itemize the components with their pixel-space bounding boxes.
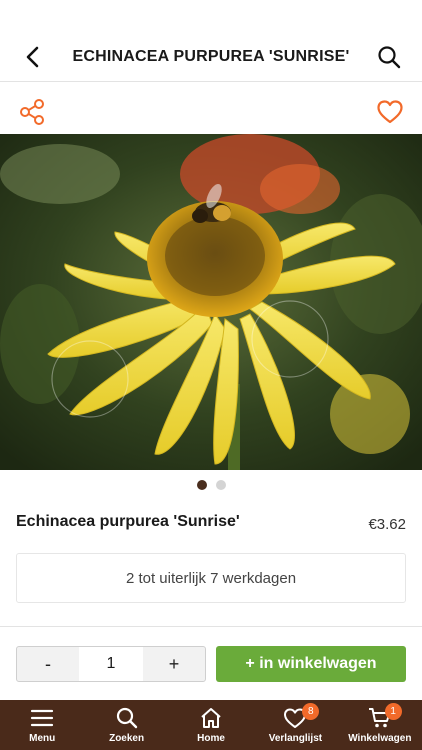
heart-outline-icon <box>377 100 403 124</box>
delivery-info: 2 tot uiterlijk 7 werkdagen <box>16 553 406 603</box>
tab-label: Verlanglijst <box>268 733 323 744</box>
carousel-dot[interactable] <box>196 480 207 490</box>
wishlist-badge: 8 <box>302 703 320 720</box>
tab-label: Zoeken <box>109 733 145 744</box>
quantity-stepper: - 1 + <box>16 646 206 682</box>
home-icon <box>201 708 221 728</box>
cart-badge: 1 <box>384 703 402 720</box>
echinacea-flower-photo <box>0 134 422 470</box>
tab-label: Menu <box>29 733 56 744</box>
search-icon <box>116 707 137 729</box>
tab-label: Winkelwagen <box>348 733 412 744</box>
share-icon <box>20 99 44 125</box>
tab-home[interactable]: Home <box>169 700 253 750</box>
search-button[interactable] <box>374 42 404 72</box>
chevron-left-icon <box>26 46 39 68</box>
carousel-dot[interactable] <box>215 480 226 490</box>
tab-cart[interactable]: 1 Winkelwagen <box>338 700 422 750</box>
decrement-button[interactable]: - <box>17 647 79 681</box>
product-price: €3.62 <box>368 516 406 533</box>
increment-button[interactable]: + <box>143 647 205 681</box>
tab-search[interactable]: Zoeken <box>84 700 168 750</box>
share-button[interactable] <box>18 98 46 126</box>
page-title: ECHINACEA PURPUREA 'SUNRISE' <box>72 47 350 65</box>
back-button[interactable] <box>18 42 48 72</box>
tab-menu[interactable]: Menu <box>0 700 84 750</box>
top-bar: ECHINACEA PURPUREA 'SUNRISE' <box>0 32 422 82</box>
add-to-cart-button[interactable]: + in winkelwagen <box>216 646 406 682</box>
product-name: Echinacea purpurea 'Sunrise' <box>16 513 240 530</box>
menu-icon <box>31 709 54 727</box>
favorite-button[interactable] <box>376 98 404 126</box>
divider <box>0 626 422 627</box>
bottom-navigation: Menu Zoeken Home 8 Verlanglijst 1 Winkel… <box>0 700 422 750</box>
tab-wishlist[interactable]: 8 Verlanglijst <box>253 700 337 750</box>
tab-label: Home <box>197 733 225 744</box>
search-icon <box>378 46 401 69</box>
product-actions <box>0 82 422 134</box>
product-image[interactable] <box>0 134 422 470</box>
quantity-value[interactable]: 1 <box>79 647 143 681</box>
carousel-indicator <box>0 480 422 490</box>
